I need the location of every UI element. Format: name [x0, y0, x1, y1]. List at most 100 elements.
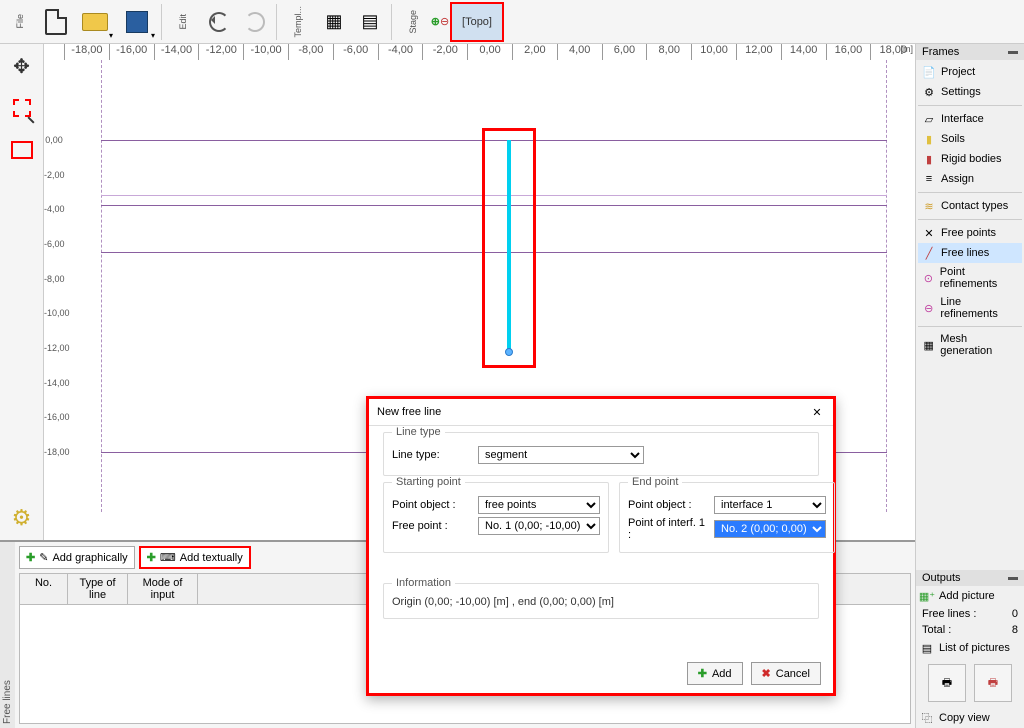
- add-textually-button[interactable]: ✚⌨Add textually: [139, 546, 251, 569]
- line-type-fieldset: Line type Line type: segment: [383, 432, 819, 476]
- free-line[interactable]: [507, 140, 511, 350]
- template-icon: ▤: [361, 11, 378, 32]
- cursor-icon: ✎: [39, 551, 48, 564]
- sidebar-item-soils[interactable]: ▮Soils: [918, 129, 1022, 149]
- horizontal-ruler: -18,00-16,00-14,00-12,00-10,00-8,00-6,00…: [64, 44, 915, 60]
- template-button-2[interactable]: ▤: [353, 2, 387, 42]
- point-of-interf-select[interactable]: No. 2 (0,00; 0,00): [714, 520, 826, 538]
- new-free-line-dialog: New free line ✕ Line type Line type: seg…: [366, 396, 836, 696]
- free-point-label: Free point :: [392, 520, 472, 532]
- list-of-pictures-button[interactable]: ▤List of pictures: [916, 638, 1024, 658]
- information-text: Origin (0,00; -10,00) [m] , end (0,00; 0…: [392, 594, 810, 610]
- free-lines-icon: ╱: [922, 246, 936, 260]
- fit-icon: [11, 141, 33, 159]
- model-left-boundary: [101, 60, 102, 512]
- zoom-tool[interactable]: [4, 90, 40, 126]
- redo-icon: [245, 12, 265, 32]
- undo-button[interactable]: [202, 2, 236, 42]
- settings-tool[interactable]: ⚙: [4, 500, 40, 536]
- print-button-2[interactable]: 🖶: [974, 664, 1012, 702]
- end-point-fieldset: End point Point object : interface 1 Poi…: [619, 482, 835, 553]
- project-icon: 📄: [922, 65, 936, 79]
- point-of-interf-label: Point of interf. 1 :: [628, 517, 708, 541]
- information-fieldset: Information Origin (0,00; -10,00) [m] , …: [383, 583, 819, 619]
- sidebar-item-project[interactable]: 📄Project: [918, 62, 1022, 82]
- pan-tool[interactable]: ✥: [4, 48, 40, 84]
- sidebar-item-free-points[interactable]: ✕Free points: [918, 223, 1022, 243]
- column-no: No.: [20, 574, 68, 604]
- sidebar-item-interface[interactable]: ▱Interface: [918, 109, 1022, 129]
- template-icon: ▦: [325, 11, 342, 32]
- copy-view-button[interactable]: ⿻Copy view: [916, 708, 1024, 728]
- interface-icon: ▱: [922, 112, 936, 126]
- dialog-close-button[interactable]: ✕: [809, 404, 825, 420]
- plus-icon: ⊕: [431, 15, 440, 28]
- start-point-object-select[interactable]: free points: [478, 496, 600, 514]
- folder-open-icon: [82, 13, 108, 31]
- new-file-button[interactable]: [39, 2, 73, 42]
- frames-panel-header: Frames: [916, 44, 1024, 60]
- free-point-select[interactable]: No. 1 (0,00; -10,00): [478, 517, 600, 535]
- assign-icon: ≡: [922, 172, 936, 186]
- starting-point-fieldset: Starting point Point object : free point…: [383, 482, 609, 553]
- free-lines-count-row: Free lines :0: [916, 606, 1024, 622]
- copy-icon: ⿻: [920, 711, 934, 725]
- top-toolbar: File ▾ ▾ Edit Templ... ▦ ▤ Stage ⊕⊖ [Top…: [0, 0, 1024, 44]
- gear-icon: ⚙: [12, 505, 32, 531]
- printer-icon: 🖶: [942, 674, 952, 693]
- sidebar-item-settings[interactable]: ⚙Settings: [918, 82, 1022, 102]
- dialog-add-button[interactable]: ✚Add: [687, 662, 743, 685]
- edit-menu[interactable]: Edit: [166, 2, 200, 42]
- add-picture-button[interactable]: ▦⁺Add picture: [916, 586, 1024, 606]
- add-picture-icon: ▦⁺: [920, 589, 934, 603]
- print-button-1[interactable]: 🖶: [928, 664, 966, 702]
- right-panel: Frames 📄Project ⚙Settings ▱Interface ▮So…: [915, 44, 1024, 728]
- redo-button: [238, 2, 272, 42]
- add-graphically-button[interactable]: ✚✎Add graphically: [19, 546, 135, 569]
- sidebar-item-line-refinements[interactable]: ⊖Line refinements: [918, 293, 1022, 323]
- dialog-title: New free line: [377, 406, 441, 418]
- ruler-unit: [m]: [901, 44, 914, 54]
- plus-icon: ✚: [698, 667, 707, 680]
- cross-icon: ✖: [762, 667, 771, 680]
- end-point-object-select[interactable]: interface 1: [714, 496, 826, 514]
- stage-menu[interactable]: Stage: [396, 2, 430, 42]
- vertical-ruler: 0,00-2,00-4,00-6,00-8,00-10,00-12,00-14,…: [44, 60, 64, 540]
- save-file-button[interactable]: ▾: [117, 2, 157, 42]
- bottom-panel-title: Free lines: [0, 542, 15, 728]
- minimize-icon[interactable]: [1008, 51, 1018, 54]
- save-icon: [126, 11, 148, 33]
- template-button-1[interactable]: ▦: [317, 2, 351, 42]
- templates-menu[interactable]: Templ...: [281, 2, 315, 42]
- end-point-object-label: Point object :: [628, 499, 708, 511]
- sidebar-item-free-lines[interactable]: ╱Free lines: [918, 243, 1022, 263]
- minimize-icon[interactable]: [1008, 577, 1018, 580]
- free-points-icon: ✕: [922, 226, 936, 240]
- column-mode: Mode of input: [128, 574, 198, 604]
- free-point-marker[interactable]: [505, 348, 513, 356]
- model-right-boundary: [886, 60, 887, 512]
- fit-tool[interactable]: [4, 132, 40, 168]
- sidebar-item-contact-types[interactable]: ≋Contact types: [918, 196, 1022, 216]
- printer-color-icon: 🖶: [988, 674, 998, 693]
- gear-icon: ⚙: [922, 85, 936, 99]
- open-file-button[interactable]: ▾: [75, 2, 115, 42]
- contact-types-icon: ≋: [922, 199, 936, 213]
- close-icon: ✕: [812, 406, 821, 419]
- outputs-panel-body: ▦⁺Add picture Free lines :0 Total :8 ▤Li…: [916, 586, 1024, 728]
- left-toolbar: ✥ ⚙: [0, 44, 44, 540]
- topo-stage-button[interactable]: [Topo]: [450, 2, 504, 42]
- sidebar-item-point-refinements[interactable]: ⊙Point refinements: [918, 263, 1022, 293]
- stage-add-remove[interactable]: ⊕⊖: [432, 2, 448, 42]
- sidebar-item-rigid-bodies[interactable]: ▮Rigid bodies: [918, 149, 1022, 169]
- dialog-cancel-button[interactable]: ✖Cancel: [751, 662, 821, 685]
- keyboard-icon: ⌨: [160, 551, 176, 564]
- file-menu[interactable]: File: [3, 2, 37, 42]
- pan-icon: ✥: [13, 54, 30, 79]
- sidebar-item-mesh-generation[interactable]: ▦Mesh generation: [918, 330, 1022, 360]
- sidebar-item-assign[interactable]: ≡Assign: [918, 169, 1022, 189]
- soils-icon: ▮: [922, 132, 936, 146]
- line-type-select[interactable]: segment: [478, 446, 644, 464]
- document-icon: [45, 9, 67, 35]
- line-type-label: Line type:: [392, 449, 472, 461]
